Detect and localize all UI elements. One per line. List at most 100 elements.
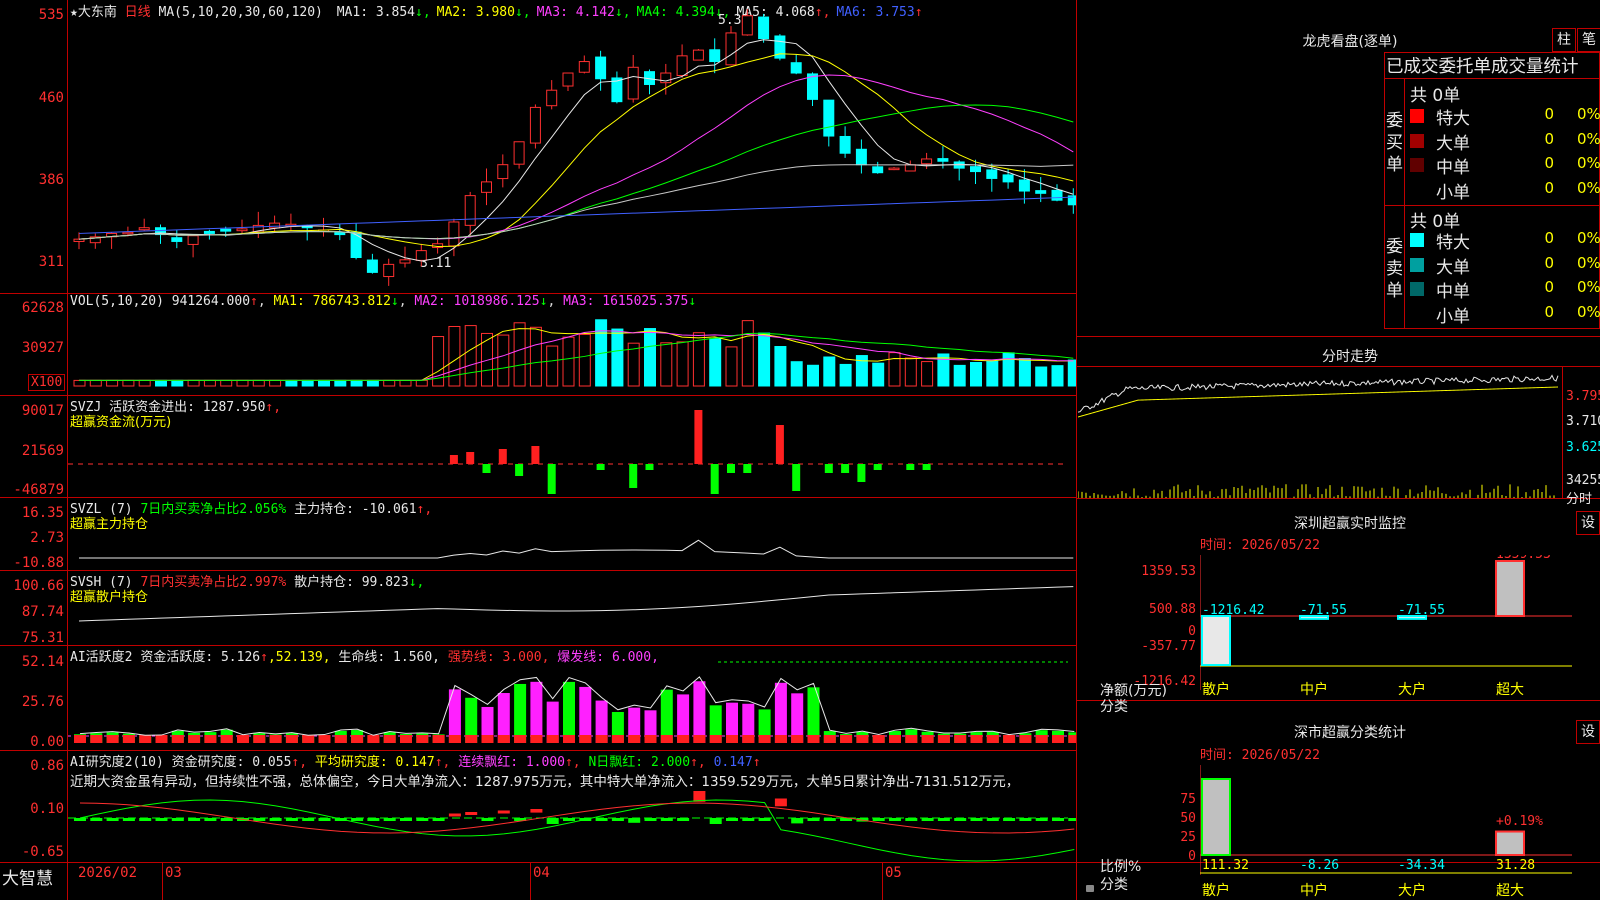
tick-view-button[interactable]: 笔	[1577, 28, 1600, 52]
fund-flow-bar	[841, 464, 850, 473]
bar-value-label: -71.55	[1300, 603, 1347, 618]
volume-bar	[839, 363, 852, 387]
research-bar	[269, 818, 282, 821]
row-pct: 0%	[1577, 302, 1600, 321]
volume-bar	[399, 379, 412, 387]
retail-holding-line	[78, 586, 1074, 622]
intraday-vol-tick: 34255	[1566, 473, 1600, 488]
sz-monitor-title: 深圳超赢实时监控	[1294, 516, 1406, 532]
research-bar	[530, 809, 543, 813]
fund-flow-bar	[710, 464, 719, 494]
intraday-price-tick: 3.710	[1566, 414, 1600, 429]
activity-base-bar	[514, 735, 527, 743]
candlestick-chart[interactable]	[68, 0, 1076, 293]
candle	[1035, 190, 1047, 194]
sz-class-chart[interactable]: 111.32 散户 -8.26 中户 -34.34 大户 31.28 超大 +0.19%	[1200, 765, 1575, 900]
ma6-line	[78, 196, 1074, 234]
sz-monitor-tick: 1359.53	[1141, 564, 1196, 579]
volume-bar	[171, 379, 184, 387]
volume-bar	[366, 379, 379, 387]
research-bar	[742, 818, 755, 821]
research-bar	[122, 818, 135, 821]
date-axis-label: 05	[885, 865, 902, 881]
volume-bar	[89, 379, 102, 387]
volume-bar	[578, 333, 591, 387]
price-tick: 535	[38, 7, 64, 23]
candle	[481, 181, 492, 193]
activity-bar	[514, 683, 527, 743]
intraday-avg-line	[1078, 386, 1559, 418]
volume-bar	[106, 379, 119, 387]
intraday-chart[interactable]	[1078, 367, 1562, 498]
ai-activity-tick: 25.76	[21, 694, 64, 710]
net-amount-bar	[1201, 615, 1231, 666]
volume-bar	[872, 362, 885, 387]
bar-view-button[interactable]: 柱	[1552, 28, 1576, 52]
volume-bar	[790, 361, 803, 387]
volume-bar	[1018, 358, 1031, 387]
sell-row-0: 特大 0 0%	[1404, 228, 1600, 253]
activity-base-bar	[253, 735, 266, 743]
activity-base-bar	[318, 735, 331, 743]
candle	[138, 227, 150, 231]
volume-bar	[676, 341, 689, 387]
activity-base-bar	[546, 735, 559, 743]
sz-class-x-title: 分类	[1100, 877, 1128, 893]
research-bar	[285, 818, 298, 821]
activity-base-bar	[986, 735, 999, 743]
ma2-line	[78, 53, 1074, 248]
swatch	[1410, 233, 1424, 247]
row-label: 特大	[1436, 233, 1470, 253]
row-label: 特大	[1436, 109, 1470, 129]
date-axis-label: 03	[165, 865, 182, 881]
sz-monitor-settings-button[interactable]: 设	[1576, 511, 1600, 535]
volume-bar	[953, 364, 966, 387]
sz-class-tick: 50	[1180, 811, 1196, 826]
volume-chart[interactable]	[68, 294, 1076, 395]
bar-value-label: -34.34	[1398, 858, 1445, 873]
volume-bar	[464, 325, 477, 387]
volume-bar	[285, 379, 298, 387]
activity-base-bar	[758, 735, 771, 743]
activity-base-bar	[122, 735, 135, 743]
activity-base-bar	[1035, 735, 1048, 743]
activity-base-bar	[530, 735, 543, 743]
main-holding-line	[79, 539, 1074, 559]
volume-bar	[986, 360, 999, 387]
volume-bar	[318, 379, 330, 387]
sz-class-settings-button[interactable]: 设	[1576, 720, 1600, 744]
volume-bar	[203, 379, 216, 387]
svzl-chart[interactable]	[68, 498, 1076, 570]
svzj-chart[interactable]	[68, 396, 1076, 497]
candle	[970, 166, 981, 173]
row-label: 大单	[1436, 257, 1470, 278]
sz-monitor-chart[interactable]: -1216.42 散户 -71.55 中户 -71.55 大户 1359.53 超大	[1200, 555, 1575, 700]
ai-activity-chart[interactable]	[68, 646, 1076, 750]
research-bar	[106, 818, 119, 821]
research-bar	[253, 818, 266, 821]
research-bar	[823, 818, 836, 821]
research-bar	[872, 818, 885, 821]
research-bar	[416, 818, 429, 821]
volume-bar	[823, 356, 836, 387]
activity-base-bar	[774, 735, 787, 743]
candle	[790, 62, 802, 74]
svsh-chart[interactable]	[68, 571, 1076, 645]
volume-bar	[155, 379, 167, 387]
ai-research-chart[interactable]	[68, 751, 1076, 862]
ai-research-tick: 0.10	[30, 801, 64, 817]
research-bar	[921, 818, 934, 821]
vol-unit-label[interactable]: X100	[28, 374, 66, 391]
research-bar	[595, 818, 608, 821]
activity-base-bar	[155, 735, 168, 743]
activity-bar	[693, 681, 706, 743]
candle	[350, 231, 362, 259]
category-label: 大户	[1398, 882, 1426, 899]
volume-bar	[187, 379, 200, 387]
research-bar	[774, 798, 787, 807]
swatch	[1410, 257, 1424, 272]
lock-icon[interactable]	[1086, 885, 1094, 892]
category-label: 散户	[1202, 681, 1230, 698]
fund-flow-bar	[743, 464, 752, 473]
fund-flow-bar	[531, 446, 540, 464]
